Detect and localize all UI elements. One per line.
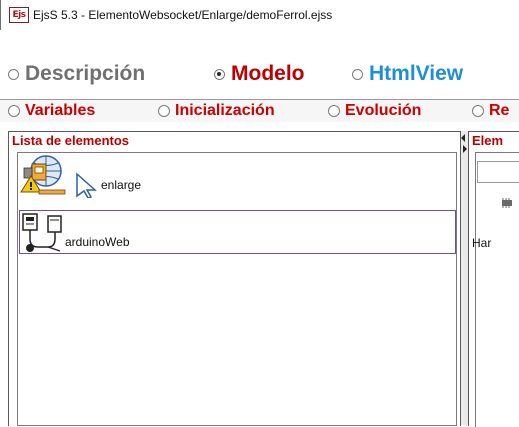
- radio-icon: [328, 105, 340, 117]
- tab-label: Modelo: [231, 62, 305, 85]
- title-bar: Ejs EjsS 5.3 - ElementoWebsocket/Enlarge…: [0, 0, 519, 30]
- splitter[interactable]: [461, 131, 468, 425]
- subtab-label: Re: [489, 102, 510, 119]
- radio-icon: [158, 105, 170, 117]
- collapse-right-icon[interactable]: [463, 145, 467, 153]
- radio-icon: [8, 105, 20, 117]
- tab-label: HtmlView: [369, 62, 464, 85]
- list-item-arduinoweb[interactable]: arduinoWeb: [19, 210, 456, 254]
- palette-area: [475, 152, 519, 427]
- app-logo-icon: Ejs: [9, 7, 29, 23]
- sub-tabs: Variables Inicialización Evolución Re: [0, 99, 519, 122]
- item-label: enlarge: [101, 178, 142, 192]
- radio-icon: [472, 105, 484, 117]
- tab-variables[interactable]: Variables: [8, 100, 95, 122]
- radio-icon: [8, 68, 19, 80]
- palette-toolbar[interactable]: [477, 161, 519, 183]
- tab-relaciones[interactable]: Re: [472, 100, 509, 122]
- chip-icon[interactable]: [499, 197, 515, 209]
- tab-label: Descripción: [25, 62, 146, 85]
- radio-icon: [352, 68, 363, 80]
- list-item-enlarge[interactable]: enlarge: [19, 154, 456, 198]
- panel-title: Elem: [472, 133, 504, 148]
- collapse-left-icon[interactable]: [461, 134, 465, 142]
- enlarge-icon: [20, 155, 97, 198]
- subtab-label: Variables: [25, 102, 96, 119]
- window-title: EjsS 5.3 - ElementoWebsocket/Enlarge/dem…: [33, 8, 333, 22]
- tab-modelo[interactable]: Modelo: [214, 59, 305, 89]
- panel-title: Lista de elementos: [12, 133, 130, 148]
- item-label: arduinoWeb: [65, 235, 130, 249]
- main-tabs: Descripción Modelo HtmlView: [0, 59, 519, 89]
- tab-inicializacion[interactable]: Inicialización: [158, 100, 275, 122]
- element-list[interactable]: enlarge arduinoWeb: [17, 152, 457, 426]
- element-palette-panel: Elem Har: [468, 131, 519, 427]
- subtab-label: Inicialización: [175, 102, 275, 119]
- tab-descripcion[interactable]: Descripción: [8, 59, 145, 89]
- tab-evolucion[interactable]: Evolución: [328, 100, 421, 122]
- subtab-label: Evolución: [345, 102, 422, 119]
- palette-item-label: Har: [472, 236, 492, 250]
- radio-selected-icon: [214, 68, 225, 80]
- element-list-panel: Lista de elementos enlarge arduinoWeb: [8, 131, 461, 426]
- tab-htmlview[interactable]: HtmlView: [352, 59, 463, 89]
